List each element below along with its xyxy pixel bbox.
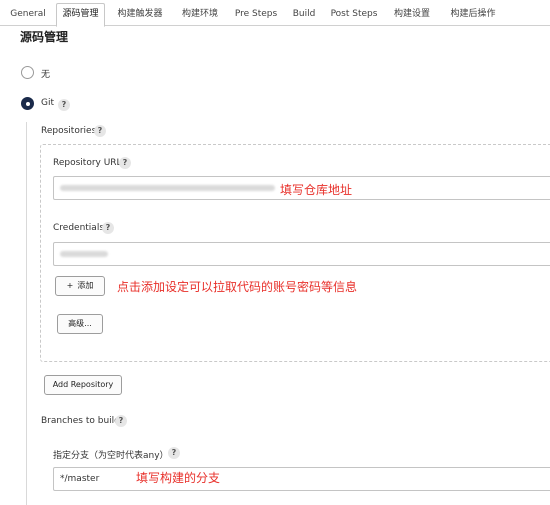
tab-build[interactable]: Build	[288, 4, 320, 26]
credentials-select[interactable]	[53, 242, 550, 266]
scm-none-radio[interactable]	[21, 66, 34, 79]
credentials-help-icon[interactable]: ?	[102, 222, 114, 234]
git-section-rule	[26, 122, 27, 505]
credentials-annotation: 点击添加设定可以拉取代码的账号密码等信息	[117, 280, 358, 294]
tab-post-steps[interactable]: Post Steps	[328, 4, 380, 26]
repository-url-label: Repository URL	[53, 158, 122, 168]
tab-build-environment[interactable]: 构建环境	[176, 4, 224, 26]
tab-general[interactable]: General	[8, 4, 48, 26]
branch-specifier-label: 指定分支（为空时代表any）	[53, 451, 169, 461]
config-tabs: General 源码管理 构建触发器 构建环境 Pre Steps Build …	[0, 0, 550, 27]
tab-post-build-actions[interactable]: 构建后操作	[444, 4, 502, 26]
redacted-credentials-placeholder	[60, 250, 108, 257]
add-repository-button[interactable]: Add Repository	[44, 375, 122, 395]
tab-scm[interactable]: 源码管理	[56, 3, 105, 27]
advanced-button[interactable]: 高级...	[57, 314, 103, 334]
branch-annotation: 填写构建的分支	[136, 471, 221, 485]
repositories-label: Repositories	[41, 126, 97, 136]
branches-help-icon[interactable]: ?	[115, 415, 127, 427]
scm-git-label: Git	[41, 98, 55, 108]
tab-pre-steps[interactable]: Pre Steps	[232, 4, 280, 26]
tab-build-settings[interactable]: 构建设置	[388, 4, 436, 26]
scm-none-label: 无	[41, 70, 51, 80]
add-credentials-button[interactable]: + 添加	[55, 276, 105, 296]
section-title: 源码管理	[20, 30, 69, 44]
repo-url-annotation: 填写仓库地址	[280, 183, 353, 197]
plus-icon: +	[66, 281, 74, 290]
git-help-icon[interactable]: ?	[58, 99, 70, 111]
scm-git-radio[interactable]	[21, 97, 34, 110]
repository-url-help-icon[interactable]: ?	[119, 157, 131, 169]
redacted-url-placeholder	[60, 184, 275, 191]
add-credentials-label: 添加	[77, 281, 94, 290]
credentials-label: Credentials	[53, 223, 105, 233]
branch-specifier-help-icon[interactable]: ?	[168, 447, 180, 459]
tab-build-triggers[interactable]: 构建触发器	[112, 4, 168, 26]
repositories-help-icon[interactable]: ?	[94, 125, 106, 137]
branch-specifier-input[interactable]: */master	[53, 467, 550, 491]
branches-label: Branches to build	[41, 416, 120, 426]
